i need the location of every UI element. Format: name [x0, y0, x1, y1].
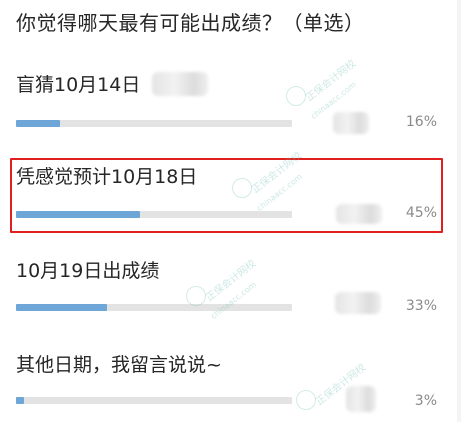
redacted-blur	[152, 72, 208, 96]
redacted-blur	[346, 386, 376, 412]
poll-option-label: 凭感觉预计10月18日	[16, 166, 198, 188]
poll-question-title: 你觉得哪天最有可能出成绩？（单选）	[16, 11, 365, 35]
redacted-blur	[336, 204, 382, 224]
poll-option-2[interactable]: 凭感觉预计10月18日 45%	[0, 162, 461, 246]
poll-option-3[interactable]: 10月19日出成绩 33%	[0, 256, 461, 340]
redacted-blur	[335, 292, 381, 314]
progress-bar-track	[16, 304, 292, 311]
percent-label: 33%	[405, 298, 437, 314]
progress-bar-fill	[16, 397, 25, 404]
progress-bar-fill	[16, 304, 108, 311]
poll-option-1[interactable]: 盲猜10月14日 16%	[0, 70, 461, 154]
poll-option-label: 10月19日出成绩	[16, 260, 160, 282]
progress-bar-track	[16, 211, 292, 218]
poll-option-label: 盲猜10月14日	[16, 74, 141, 96]
poll-option-label: 其他日期，我留言说说~	[16, 354, 222, 376]
redacted-blur	[333, 112, 369, 134]
screen-edge	[457, 0, 461, 422]
progress-bar-track	[16, 397, 292, 404]
poll-option-4[interactable]: 其他日期，我留言说说~ 3%	[0, 350, 461, 422]
progress-bar-fill	[16, 211, 141, 218]
progress-bar-track	[16, 120, 292, 127]
progress-bar-fill	[16, 120, 61, 127]
percent-label: 16%	[405, 114, 437, 130]
percent-label: 45%	[405, 205, 437, 221]
poll-results-screen: 你觉得哪天最有可能出成绩？（单选） 盲猜10月14日 16% 凭感觉预计10月1…	[0, 0, 461, 422]
percent-label: 3%	[414, 393, 437, 409]
